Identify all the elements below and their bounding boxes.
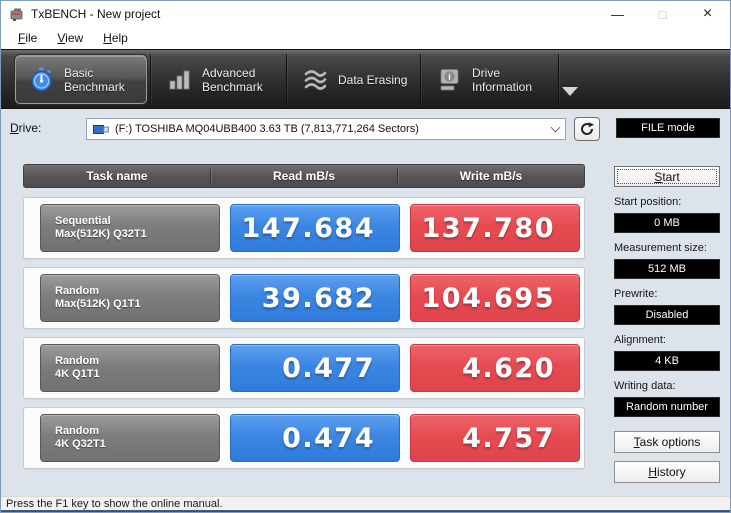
tab-label: Advanced Benchmark [202, 65, 263, 94]
erase-waves-icon [304, 70, 327, 90]
statusbar: Press the F1 key to show the online manu… [1, 496, 730, 510]
drive-row: Drive: (F:) TOSHIBA MQ04UBB400 3.63 TB (… [1, 116, 730, 142]
refresh-drives-button[interactable] [574, 117, 600, 141]
menubar: File View Help [1, 27, 730, 49]
close-button[interactable]: × [685, 1, 730, 27]
table-header: Task name Read mB/s Write mB/s [23, 164, 585, 188]
tab-label: Drive Information [472, 65, 533, 94]
read-value: 39.682 [230, 274, 400, 322]
write-value: 4.757 [410, 414, 580, 462]
tab-label: Basic Benchmark [64, 65, 125, 94]
content-area: Drive: (F:) TOSHIBA MQ04UBB400 3.63 TB (… [1, 109, 730, 496]
tab-label: Data Erasing [338, 72, 408, 87]
toolbar-overflow-arrow[interactable] [562, 87, 578, 96]
task-button-random-4k-q32t1[interactable]: Random 4K Q32T1 [40, 414, 220, 462]
prewrite-value[interactable]: Disabled [614, 305, 720, 325]
writing-data-label: Writing data: [614, 380, 676, 392]
tab-basic-benchmark[interactable]: Basic Benchmark [15, 55, 147, 104]
start-position-value[interactable]: 0 MB [614, 213, 720, 233]
read-value: 147.684 [230, 204, 400, 252]
table-row: Sequential Max(512K) Q32T1 147.684 137.78… [23, 197, 585, 259]
toolbar-separator [286, 54, 287, 106]
drive-info-icon: i [440, 69, 459, 91]
refresh-icon [581, 122, 594, 135]
col-write: Write mB/s [459, 169, 523, 183]
drive-selected-value: (F:) TOSHIBA MQ04UBB400 3.63 TB (7,813,7… [115, 123, 419, 135]
read-value: 0.477 [230, 344, 400, 392]
tab-advanced-benchmark[interactable]: Advanced Benchmark [154, 55, 284, 104]
settings-panel: Start Start position: 0 MB Measurement s… [614, 166, 720, 483]
col-task-name: Task name [86, 169, 148, 183]
read-value: 0.474 [230, 414, 400, 462]
app-icon [10, 8, 23, 21]
col-read: Read mB/s [272, 169, 336, 183]
measurement-size-label: Measurement size: [614, 242, 707, 254]
measurement-size-value[interactable]: 512 MB [614, 259, 720, 279]
window-title: TxBENCH - New project [31, 7, 161, 21]
bar-chart-icon [169, 70, 190, 90]
alignment-label: Alignment: [614, 334, 666, 346]
write-value: 104.695 [410, 274, 580, 322]
status-text: Press the F1 key to show the online manu… [6, 497, 223, 510]
menu-view[interactable]: View [48, 29, 92, 47]
task-options-button[interactable]: Task options [614, 431, 720, 453]
menu-file[interactable]: File [9, 29, 46, 47]
toolbar-separator [558, 54, 559, 106]
history-button[interactable]: History [614, 461, 720, 483]
drive-select[interactable]: (F:) TOSHIBA MQ04UBB400 3.63 TB (7,813,7… [86, 118, 566, 140]
task-button-random-max-q1t1[interactable]: Random Max(512K) Q1T1 [40, 274, 220, 322]
task-button-sequential-q32t1[interactable]: Sequential Max(512K) Q32T1 [40, 204, 220, 252]
titlebar: TxBENCH - New project — □ × [1, 1, 730, 27]
app-window: TxBENCH - New project — □ × File View He… [0, 0, 731, 513]
start-position-label: Start position: [614, 196, 682, 208]
stopwatch-icon [31, 67, 52, 92]
prewrite-label: Prewrite: [614, 288, 658, 300]
toolbar: Basic Benchmark Advanced Benchmark Data Er… [1, 49, 730, 109]
toolbar-separator [150, 54, 151, 106]
writing-data-value[interactable]: Random number [614, 397, 720, 417]
maximize-button[interactable]: □ [640, 1, 685, 27]
table-row: Random 4K Q32T1 0.474 4.757 [23, 407, 585, 469]
table-row: Random Max(512K) Q1T1 39.682 104.695 [23, 267, 585, 329]
start-button[interactable]: Start [614, 166, 720, 187]
alignment-value[interactable]: 4 KB [614, 351, 720, 371]
table-row: Random 4K Q1T1 0.477 4.620 [23, 337, 585, 399]
tab-drive-information[interactable]: i Drive Information [424, 55, 556, 104]
write-value: 4.620 [410, 344, 580, 392]
menu-help[interactable]: Help [94, 29, 137, 47]
task-button-random-4k-q1t1[interactable]: Random 4K Q1T1 [40, 344, 220, 392]
chevron-down-icon [550, 122, 561, 132]
minimize-button[interactable]: — [595, 1, 640, 27]
drive-label: Drive: [10, 121, 42, 135]
tab-data-erasing[interactable]: Data Erasing [290, 55, 418, 104]
file-mode-button[interactable]: FILE mode [616, 118, 720, 138]
usb-drive-icon [93, 124, 109, 134]
svg-text:i: i [448, 72, 451, 82]
write-value: 137.780 [410, 204, 580, 252]
toolbar-separator [420, 54, 421, 106]
